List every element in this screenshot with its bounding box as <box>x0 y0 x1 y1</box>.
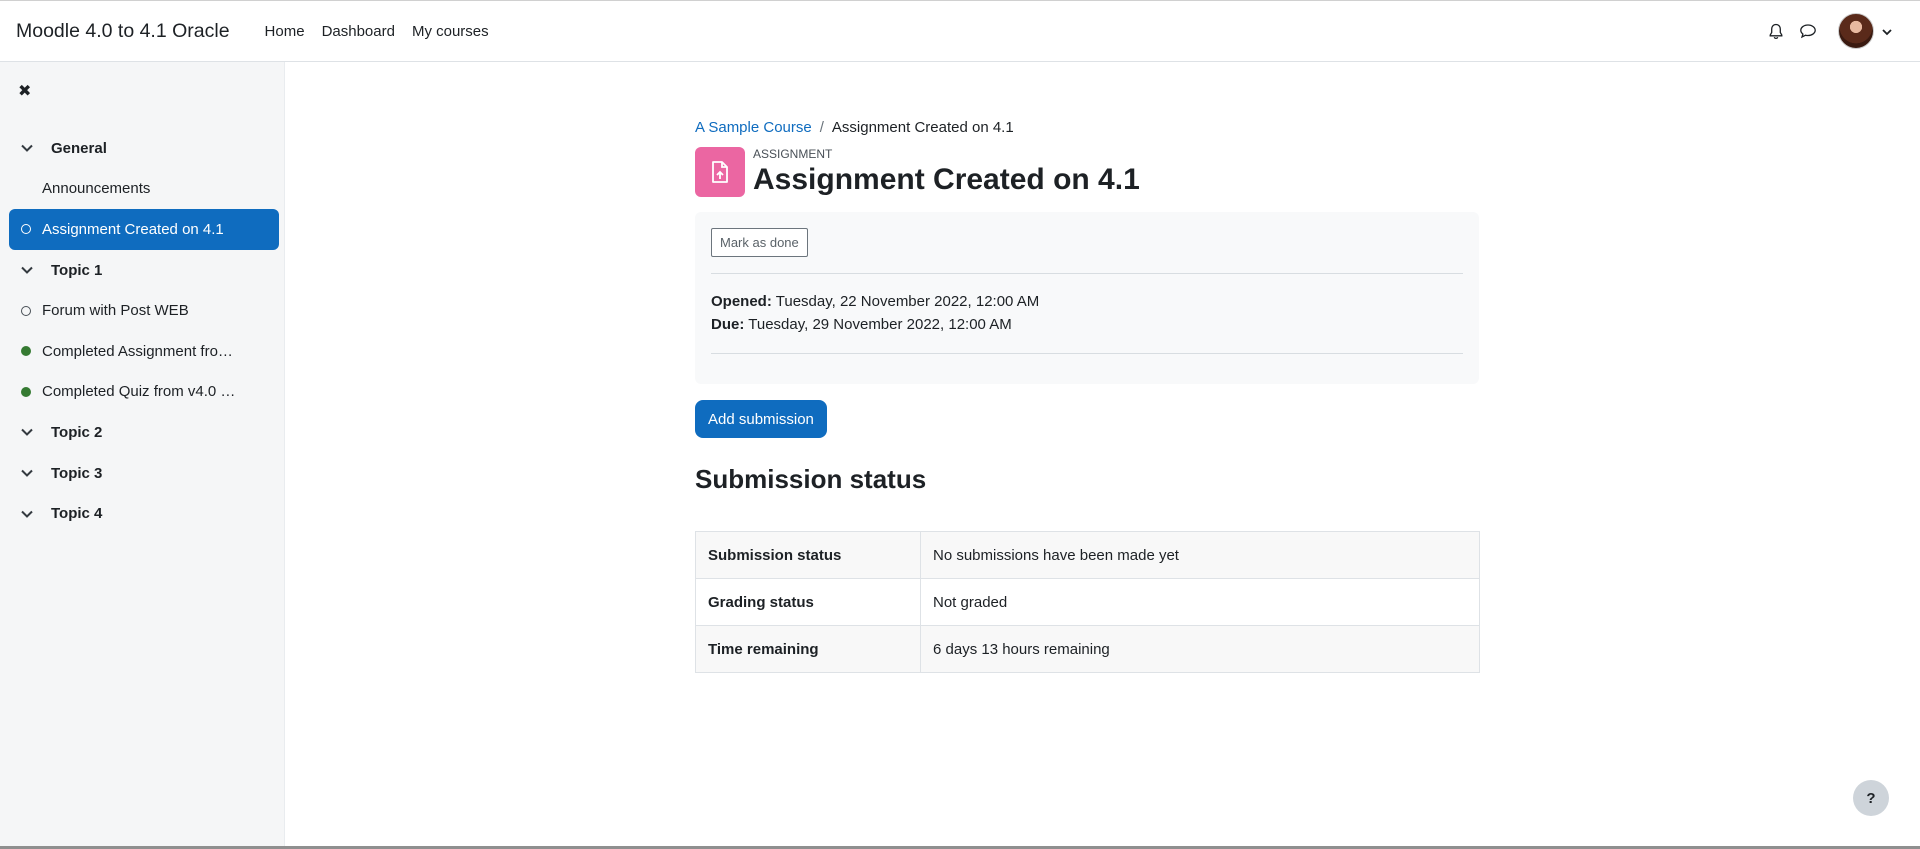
breadcrumb: A Sample Course / Assignment Created on … <box>695 115 1479 139</box>
section-label: Topic 3 <box>51 464 103 482</box>
course-index-item-announcements[interactable]: Announcements <box>9 169 279 210</box>
row-key: Grading status <box>695 578 921 626</box>
section-label: General <box>51 139 107 157</box>
breadcrumb-current: Assignment Created on 4.1 <box>831 118 1014 136</box>
course-index-drawer: ✖ General Announcements Assignment Creat… <box>0 62 285 849</box>
user-avatar[interactable] <box>1838 13 1874 49</box>
due-date: Due: Tuesday, 29 November 2022, 12:00 AM <box>711 313 1463 336</box>
activity-dates: Opened: Tuesday, 22 November 2022, 12:00… <box>711 290 1463 336</box>
table-row: Grading status Not graded <box>695 578 1480 626</box>
course-index-item-completed-quiz[interactable]: Completed Quiz from v4.0 … <box>9 372 279 413</box>
activity-information: Mark as done Opened: Tuesday, 22 Novembe… <box>695 212 1479 384</box>
section-topic-2[interactable]: Topic 2 <box>9 412 279 453</box>
mark-as-done-button[interactable]: Mark as done <box>711 228 808 257</box>
submission-status-table: Submission status No submissions have be… <box>695 531 1480 673</box>
divider <box>711 353 1463 354</box>
chevron-down-icon[interactable] <box>21 144 35 153</box>
assignment-upload-icon <box>695 147 745 197</box>
section-label: Topic 1 <box>51 261 103 279</box>
top-navbar: Moodle 4.0 to 4.1 Oracle Home Dashboard … <box>0 0 1920 62</box>
completion-empty-icon <box>21 224 31 235</box>
section-topic-1[interactable]: Topic 1 <box>9 250 279 291</box>
section-topic-3[interactable]: Topic 3 <box>9 453 279 494</box>
primary-navigation: Home Dashboard My courses <box>265 23 489 40</box>
row-value: 6 days 13 hours remaining <box>920 625 1480 673</box>
course-index-item-forum[interactable]: Forum with Post WEB <box>9 290 279 331</box>
row-value: No submissions have been made yet <box>920 531 1480 579</box>
opened-value: Tuesday, 22 November 2022, 12:00 AM <box>775 293 1040 310</box>
row-key: Time remaining <box>695 625 921 673</box>
completion-done-icon <box>21 386 31 397</box>
nav-home[interactable]: Home <box>265 23 305 40</box>
due-value: Tuesday, 29 November 2022, 12:00 AM <box>748 316 1012 333</box>
due-label: Due: <box>711 316 745 333</box>
item-label: Announcements <box>42 180 151 198</box>
add-submission-button[interactable]: Add submission <box>695 400 827 438</box>
completion-empty-icon <box>21 305 31 316</box>
chevron-down-icon[interactable] <box>21 510 35 518</box>
submission-status-heading: Submission status <box>695 464 927 494</box>
section-general[interactable]: General <box>9 128 279 169</box>
course-index: General Announcements Assignment Created… <box>9 128 279 534</box>
completion-done-icon <box>21 346 31 357</box>
nav-dashboard[interactable]: Dashboard <box>322 23 395 40</box>
chevron-down-icon[interactable] <box>21 428 35 437</box>
chevron-down-icon[interactable] <box>1882 23 1892 40</box>
item-label: Completed Assignment fro… <box>42 342 233 360</box>
site-name[interactable]: Moodle 4.0 to 4.1 Oracle <box>16 20 230 43</box>
nav-my-courses[interactable]: My courses <box>412 23 489 40</box>
page-title: Assignment Created on 4.1 <box>753 163 1140 196</box>
chevron-down-icon[interactable] <box>21 469 35 477</box>
course-index-item-assignment[interactable]: Assignment Created on 4.1 <box>9 209 279 250</box>
table-row: Time remaining 6 days 13 hours remaining <box>695 625 1480 673</box>
breadcrumb-separator: / <box>819 118 824 136</box>
bell-icon[interactable] <box>1766 21 1786 41</box>
main-content: A Sample Course / Assignment Created on … <box>695 115 1480 673</box>
section-topic-4[interactable]: Topic 4 <box>9 493 279 534</box>
table-row: Submission status No submissions have be… <box>695 531 1480 579</box>
activity-type-label: ASSIGNMENT <box>753 147 833 161</box>
item-label: Forum with Post WEB <box>42 302 189 320</box>
activity-header: ASSIGNMENT Assignment Created on 4.1 <box>695 147 1479 198</box>
item-label: Assignment Created on 4.1 <box>42 220 224 238</box>
course-index-item-completed-assignment[interactable]: Completed Assignment fro… <box>9 331 279 372</box>
section-label: Topic 2 <box>51 423 103 441</box>
close-icon[interactable]: ✖ <box>18 81 31 101</box>
speech-bubble-icon[interactable] <box>1798 21 1818 41</box>
item-label: Completed Quiz from v4.0 … <box>42 383 236 401</box>
user-navigation <box>1766 13 1892 49</box>
opened-date: Opened: Tuesday, 22 November 2022, 12:00… <box>711 290 1463 313</box>
help-button[interactable]: ? <box>1853 780 1889 816</box>
opened-label: Opened: <box>711 293 772 310</box>
chevron-down-icon[interactable] <box>21 266 35 274</box>
breadcrumb-course-link[interactable]: A Sample Course <box>695 119 812 136</box>
divider <box>711 273 1463 274</box>
row-value: Not graded <box>920 578 1480 626</box>
section-label: Topic 4 <box>51 505 103 523</box>
row-key: Submission status <box>695 531 921 579</box>
